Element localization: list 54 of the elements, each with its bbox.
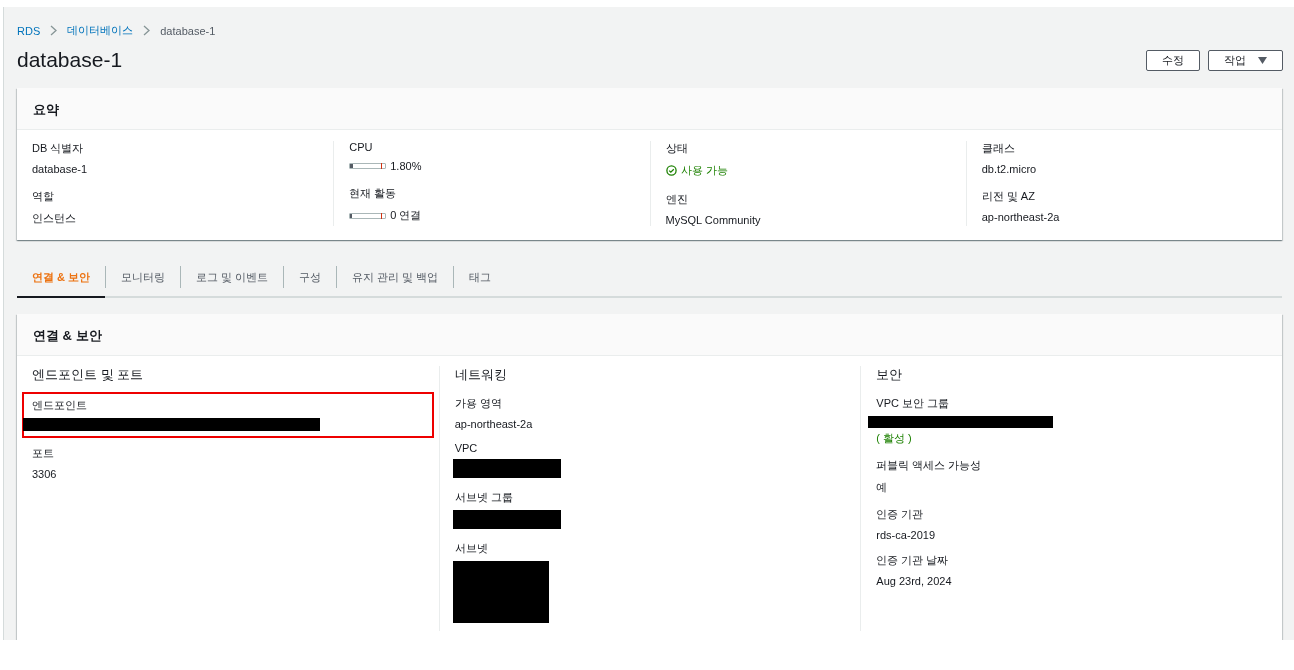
field-value: 예: [876, 480, 889, 495]
field-label: 인증 기관 날짜: [876, 553, 950, 568]
field-label: 서브넷: [454, 541, 489, 556]
usage-meter: [349, 212, 387, 219]
breadcrumb-current: database-1: [160, 24, 216, 37]
field-value: MySQL Community: [665, 214, 762, 226]
page-title: database-1: [17, 48, 123, 72]
field-label: 리전 및 AZ: [981, 189, 1036, 204]
caret-down-icon: [1258, 56, 1267, 64]
field-label: 인증 기관: [876, 507, 925, 522]
actions-dropdown-button[interactable]: 작업: [1208, 49, 1283, 71]
field-value: Aug 23rd, 2024: [876, 575, 953, 587]
card-title: 요약: [33, 102, 59, 117]
field-label: 포트: [32, 446, 55, 461]
field-value: ap-northeast-2a: [981, 211, 1061, 223]
field-label: CPU: [349, 141, 374, 153]
field-label: VPC: [454, 442, 479, 454]
modify-button[interactable]: 수정: [1146, 49, 1200, 71]
field-label: 서브넷 그룹: [454, 490, 514, 505]
chevron-right-icon: [50, 25, 58, 36]
field-label: 현재 활동: [349, 186, 398, 201]
tab[interactable]: 로그 및 이벤트: [181, 258, 284, 298]
breadcrumb-link[interactable]: 데이터베이스: [67, 23, 134, 38]
field-label: 클래스: [981, 141, 1016, 156]
status-text: 사용 가능: [680, 163, 728, 178]
field-value: 3306: [32, 468, 58, 480]
meter-reading: 1.80%: [390, 160, 422, 172]
field-label: 엔진: [665, 192, 689, 207]
field-label: VPC 보안 그룹: [876, 396, 951, 411]
field-value: 인스턴스: [32, 211, 77, 226]
tab[interactable]: 구성: [284, 258, 337, 298]
field-value: db.t2.micro: [981, 163, 1038, 175]
check-circle-icon: [665, 165, 677, 176]
field-value: ap-northeast-2a: [454, 418, 534, 430]
tab[interactable]: 모니터링: [106, 258, 181, 298]
field-value: rds-ca-2019: [876, 529, 937, 541]
section-heading: 보안: [876, 366, 904, 384]
breadcrumb-link[interactable]: RDS: [17, 24, 41, 37]
tab[interactable]: 태그: [454, 258, 507, 298]
card-title: 연결 & 보안: [33, 328, 102, 343]
field-label: 가용 영역: [454, 396, 503, 411]
field-label: DB 식별자: [32, 141, 85, 156]
tab[interactable]: 유지 관리 및 백업: [337, 258, 454, 298]
status-text: ( 활성 ): [876, 431, 913, 446]
field-label: 퍼블릭 액세스 가능성: [876, 458, 983, 473]
section-heading: 네트워킹: [454, 366, 508, 384]
field-label: 상태: [665, 141, 689, 156]
field-value: database-1: [32, 163, 89, 175]
section-heading: 엔드포인트 및 포트: [32, 366, 145, 384]
meter-reading: 0 연결: [390, 208, 422, 223]
chevron-right-icon: [143, 25, 151, 36]
usage-meter: [349, 163, 387, 169]
field-label: 역할: [32, 189, 55, 204]
field-label: 엔드포인트: [32, 398, 88, 413]
